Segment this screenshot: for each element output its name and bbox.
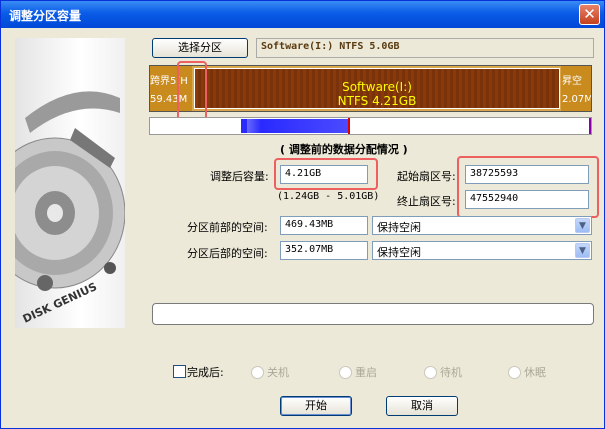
after-complete-checkbox[interactable] [173,365,186,378]
partition-info-text: Software(I:) NTFS 5.0GB [261,41,400,52]
radio-shutdown[interactable]: 关机 [251,364,289,380]
radio-dot-icon [508,365,521,379]
radio-restart-label: 重启 [355,366,377,379]
center-partition-fs: NTFS 4.21GB [337,94,417,108]
space-after-option: 保持空闲 [377,246,421,259]
select-partition-label: 选择分区 [178,41,222,54]
partition-map[interactable]: 跨界5(H 59.43M Software(I:) NTFS 4.21GB 昇空… [149,65,592,112]
space-after-select[interactable]: 保持空闲 ▼ [372,241,592,260]
radio-dot-icon [339,365,352,379]
cancel-button-label: 取消 [411,399,433,412]
space-before-select[interactable]: 保持空闲 ▼ [372,216,592,235]
cancel-button[interactable]: 取消 [386,396,458,416]
hard-disk-icon: DISK GENIUS [15,91,125,326]
close-icon: ✕ [583,5,596,23]
partition-right-segment[interactable]: 昇空 2.07M [561,66,591,111]
center-partition-name: Software(I:) [342,80,412,94]
radio-shutdown-label: 关机 [267,366,289,379]
radio-standby-label: 待机 [440,366,462,379]
right-partition-name: 昇空 [562,76,582,87]
space-after-value: 352.07MB [285,244,334,255]
radio-hibernate-label: 休眠 [524,366,546,379]
chevron-down-icon[interactable]: ▼ [575,243,590,258]
disk-genius-image: DISK GENIUS [15,38,125,328]
close-button[interactable]: ✕ [579,4,600,25]
title-bar: 调整分区容量 ✕ [1,1,604,28]
start-button-label: 开始 [305,399,327,412]
radio-hibernate[interactable]: 休眠 [508,364,546,380]
partition-info-field: Software(I:) NTFS 5.0GB [256,38,594,58]
space-before-label: 分区前部的空间: [187,221,268,234]
space-before-value: 469.43MB [285,219,334,230]
new-size-label: 调整后容量: [210,170,269,183]
used-data-block [241,119,349,133]
start-sector-label: 起始扇区号: [397,170,456,183]
right-end-marker [589,118,591,134]
space-before-input[interactable]: 469.43MB [280,216,368,235]
chevron-down-icon[interactable]: ▼ [575,218,590,233]
sector-highlight [457,156,599,218]
radio-dot-icon [251,365,264,379]
radio-restart[interactable]: 重启 [339,364,377,380]
partition-center-segment[interactable]: Software(I:) NTFS 4.21GB [194,68,560,109]
space-after-label: 分区后部的空间: [187,247,268,260]
radio-dot-icon [424,365,437,379]
space-after-input[interactable]: 352.07MB [280,241,368,260]
select-partition-button[interactable]: 选择分区 [152,38,248,58]
resize-partition-dialog: 调整分区容量 ✕ DISK GENIUS 选择分区 Software(I:) N… [0,0,605,429]
after-complete-label: 完成后: [187,366,224,379]
progress-bar [152,303,594,325]
data-distribution-bar [149,117,592,135]
size-range-hint: (1.24GB - 5.01GB) [277,191,380,202]
new-size-highlight [274,158,378,190]
radio-standby[interactable]: 待机 [424,364,462,380]
space-before-option: 保持空闲 [377,221,421,234]
start-button[interactable]: 开始 [280,396,352,416]
window-title: 调整分区容量 [9,9,82,23]
end-sector-label: 终止扇区号: [397,195,456,208]
section-heading: ( 调整前的数据分配情况 ) [280,143,408,156]
right-partition-size: 2.07M [562,94,591,105]
end-marker [348,118,350,134]
